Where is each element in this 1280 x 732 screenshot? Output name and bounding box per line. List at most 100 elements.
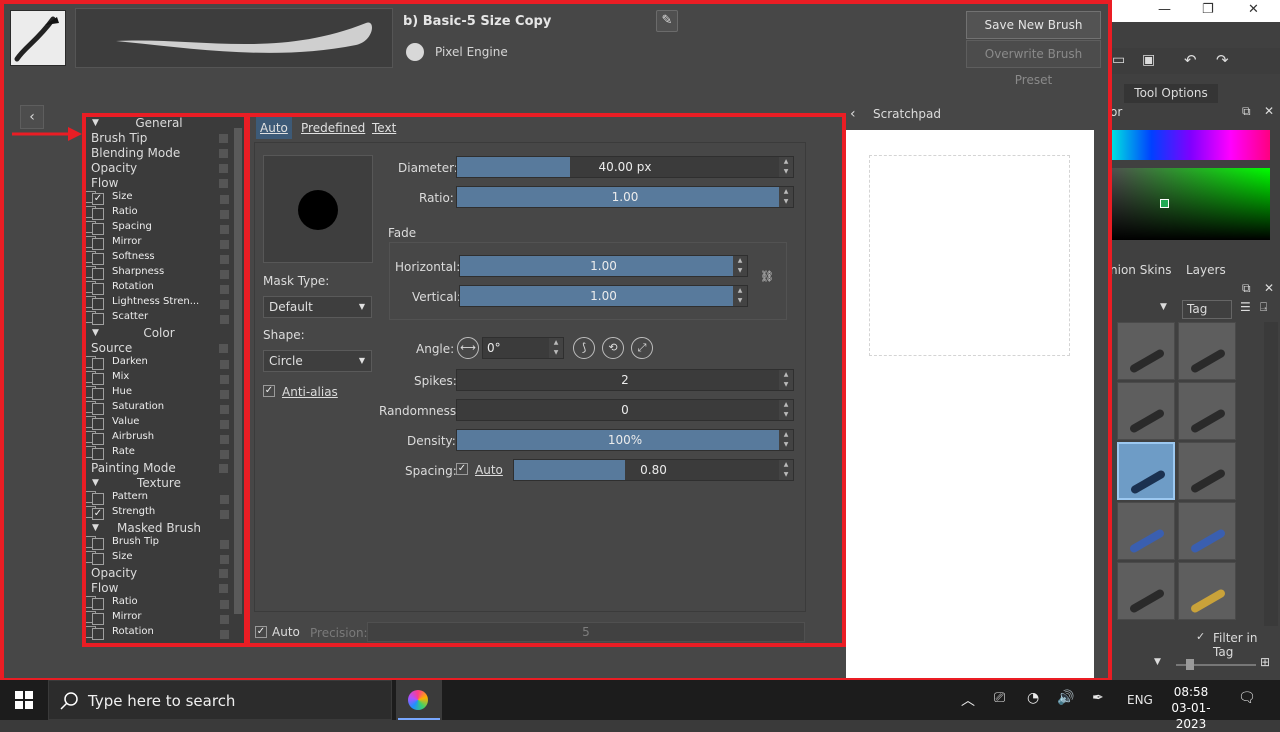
close-docker-icon[interactable]: ✕ bbox=[1264, 104, 1274, 118]
option-item[interactable]: Source bbox=[84, 341, 234, 356]
option-group-header[interactable]: ▼ Masked Brush bbox=[84, 521, 234, 536]
option-checkbox[interactable]: ✓ bbox=[92, 508, 104, 520]
option-group-header[interactable]: ▼ General bbox=[84, 116, 234, 131]
lock-icon[interactable] bbox=[220, 300, 229, 309]
option-checkbox[interactable] bbox=[92, 313, 104, 325]
taskbar-clock[interactable]: 08:58 03-01-2023 bbox=[1160, 684, 1222, 732]
float-icon[interactable]: ⧉ bbox=[1242, 104, 1251, 119]
link-chain-icon[interactable]: ⛓ bbox=[760, 270, 774, 292]
language-indicator[interactable]: ENG bbox=[1127, 693, 1153, 707]
edit-name-button[interactable]: ✎ bbox=[656, 10, 678, 32]
option-item[interactable]: Blending Mode bbox=[84, 146, 234, 161]
option-item[interactable]: Flow bbox=[84, 176, 234, 191]
tab-tool-options[interactable]: Tool Options bbox=[1124, 84, 1218, 103]
option-checkbox[interactable]: ✓ bbox=[92, 193, 104, 205]
minimize-icon[interactable]: — bbox=[1158, 2, 1171, 17]
option-checkbox[interactable] bbox=[92, 493, 104, 505]
tab-onion-skins[interactable]: nion Skins bbox=[1110, 263, 1171, 277]
spacing-slider[interactable]: 0.80 ▲ ▼ bbox=[513, 459, 794, 481]
start-button[interactable] bbox=[0, 680, 48, 720]
lock-icon[interactable] bbox=[219, 149, 228, 158]
option-checkbox[interactable] bbox=[92, 403, 104, 415]
lock-icon[interactable] bbox=[220, 495, 229, 504]
option-item[interactable]: Pattern bbox=[84, 491, 229, 505]
spacing-auto-checkbox[interactable]: ✓ bbox=[456, 463, 468, 475]
option-item[interactable]: Rotation bbox=[84, 626, 229, 640]
brush-preset-tile[interactable] bbox=[1178, 562, 1236, 620]
brush-preset-tile[interactable] bbox=[1117, 502, 1175, 560]
menu-icon[interactable]: ☰ bbox=[1240, 300, 1251, 314]
brush-preset-tile[interactable] bbox=[1178, 442, 1236, 500]
option-checkbox[interactable] bbox=[92, 433, 104, 445]
tab-text[interactable]: Text bbox=[368, 117, 400, 139]
tab-predefined[interactable]: Predefined bbox=[297, 117, 369, 139]
volume-icon[interactable]: 🔊 bbox=[1057, 690, 1074, 706]
filter-checkbox[interactable]: ✓ bbox=[1196, 630, 1205, 643]
option-item[interactable]: Softness bbox=[84, 251, 229, 265]
option-item[interactable]: Mix bbox=[84, 371, 229, 385]
lock-icon[interactable] bbox=[220, 420, 229, 429]
brush-preset-tile[interactable] bbox=[1117, 382, 1175, 440]
save-new-preset-button[interactable]: Save New Brush Preset... bbox=[966, 11, 1101, 58]
lock-icon[interactable] bbox=[219, 164, 228, 173]
angle-rotate-right-icon[interactable]: ⤢ bbox=[631, 337, 653, 359]
option-checkbox[interactable] bbox=[92, 373, 104, 385]
close-icon[interactable]: ✕ bbox=[1248, 2, 1259, 17]
view-icon[interactable]: ⊞ bbox=[1260, 655, 1270, 669]
float-icon[interactable]: ⧉ bbox=[1242, 281, 1251, 296]
notifications-icon[interactable]: 🗨 bbox=[1238, 690, 1256, 706]
lock-icon[interactable] bbox=[220, 615, 229, 624]
density-slider[interactable]: 100% ▲ ▼ bbox=[456, 429, 794, 451]
option-checkbox[interactable] bbox=[92, 208, 104, 220]
diameter-slider[interactable]: 40.00 px ▲ ▼ bbox=[456, 156, 794, 178]
angle-rotate-left-icon[interactable]: ⟲ bbox=[602, 337, 624, 359]
precision-slider[interactable]: 5 bbox=[367, 622, 805, 642]
vertical-fade-slider[interactable]: 1.00 ▲ ▼ bbox=[459, 285, 748, 307]
option-checkbox[interactable] bbox=[92, 283, 104, 295]
option-item[interactable]: Ratio bbox=[84, 206, 229, 220]
option-checkbox[interactable] bbox=[92, 298, 104, 310]
lock-icon[interactable] bbox=[220, 390, 229, 399]
lock-icon[interactable] bbox=[219, 179, 228, 188]
option-item[interactable]: Brush Tip bbox=[84, 131, 234, 146]
horizontal-fade-slider[interactable]: 1.00 ▲ ▼ bbox=[459, 255, 748, 277]
option-item[interactable]: Sharpness bbox=[84, 266, 229, 280]
open-folder-icon[interactable]: ▭ bbox=[1112, 52, 1125, 68]
option-checkbox[interactable] bbox=[92, 358, 104, 370]
tab-layers[interactable]: Layers bbox=[1186, 263, 1226, 277]
option-checkbox[interactable] bbox=[92, 448, 104, 460]
color-selector-handle[interactable] bbox=[1160, 199, 1169, 208]
lock-icon[interactable] bbox=[220, 450, 229, 459]
option-checkbox[interactable] bbox=[92, 268, 104, 280]
undo-icon[interactable]: ↶ bbox=[1184, 51, 1197, 69]
lock-icon[interactable] bbox=[220, 510, 229, 519]
lock-icon[interactable] bbox=[219, 584, 228, 593]
option-item[interactable]: Painting Mode bbox=[84, 461, 234, 476]
lock-icon[interactable] bbox=[220, 195, 229, 204]
spikes-slider[interactable]: 2 ▲ ▼ bbox=[456, 369, 794, 391]
option-checkbox[interactable] bbox=[92, 238, 104, 250]
option-checkbox[interactable] bbox=[92, 388, 104, 400]
close-docker-icon[interactable]: ✕ bbox=[1264, 281, 1274, 295]
lock-icon[interactable] bbox=[219, 569, 228, 578]
brush-preset-tile-selected[interactable] bbox=[1117, 442, 1175, 500]
lock-icon[interactable] bbox=[220, 285, 229, 294]
color-square[interactable] bbox=[1112, 168, 1270, 240]
redo-icon[interactable]: ↷ bbox=[1216, 51, 1229, 69]
option-item[interactable]: Opacity bbox=[84, 566, 234, 581]
lock-icon[interactable] bbox=[220, 270, 229, 279]
overwrite-preset-button[interactable]: Overwrite Brush Preset bbox=[966, 40, 1101, 87]
import-icon[interactable]: ⍈ bbox=[1260, 300, 1267, 315]
angle-spinbox[interactable]: 0° ▲ ▼ bbox=[482, 337, 564, 359]
pen-icon[interactable]: ✒ bbox=[1092, 690, 1104, 706]
lock-icon[interactable] bbox=[219, 464, 228, 473]
meet-now-icon[interactable]: ⎚ bbox=[994, 690, 1005, 706]
lock-icon[interactable] bbox=[219, 134, 228, 143]
lock-icon[interactable] bbox=[220, 225, 229, 234]
lock-icon[interactable] bbox=[220, 540, 229, 549]
option-item[interactable]: Scatter bbox=[84, 311, 229, 325]
lock-icon[interactable] bbox=[220, 315, 229, 324]
option-item[interactable]: Rotation bbox=[84, 281, 229, 295]
antialias-checkbox[interactable]: ✓ bbox=[263, 385, 275, 397]
brush-preset-tile[interactable] bbox=[1178, 322, 1236, 380]
